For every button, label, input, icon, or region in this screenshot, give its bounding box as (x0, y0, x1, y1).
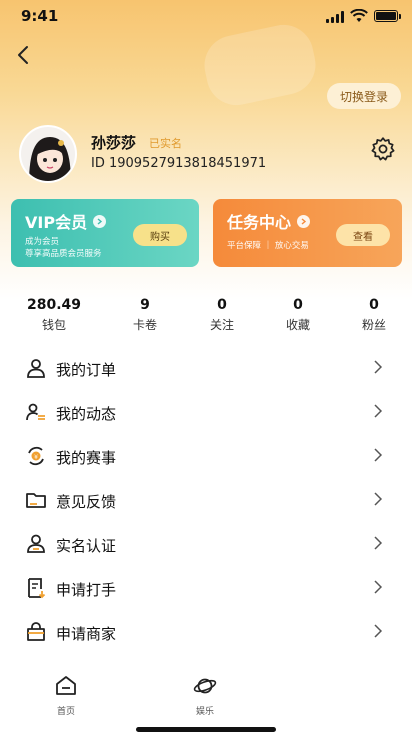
menu-item-label: 我的订单 (56, 361, 117, 379)
vip-card-subtitle-1: 成为会员 (25, 237, 60, 247)
stat-value: 0 (293, 297, 303, 313)
stat-value: 280.49 (26, 297, 82, 313)
menu-item-label: 申请商家 (56, 625, 117, 643)
stat-wallet[interactable]: 280.49 钱包 (14, 297, 94, 333)
arrow-right-icon (93, 214, 107, 228)
svg-text:¥: ¥ (34, 454, 38, 461)
chevron-right-icon (374, 536, 383, 550)
avatar[interactable] (19, 125, 77, 183)
menu-item-my-posts[interactable]: 我的动态 (0, 391, 412, 431)
status-time: 9:41 (21, 7, 59, 25)
chevron-left-icon (18, 46, 28, 64)
stat-label: 粉丝 (361, 318, 386, 332)
wifi-icon (350, 9, 368, 22)
menu-item-label: 意见反馈 (56, 493, 117, 511)
switch-login-button[interactable]: 切换登录 (327, 83, 401, 109)
user-name: 孙莎莎 (91, 134, 137, 152)
stat-cards[interactable]: 9 卡卷 (105, 297, 185, 333)
arrow-right-icon (297, 214, 311, 228)
stat-value: 9 (140, 297, 150, 313)
chevron-right-icon (374, 492, 383, 506)
stat-label: 关注 (209, 318, 234, 332)
stat-fans[interactable]: 0 粉丝 (334, 297, 412, 333)
task-card-title-row: 任务中心 (227, 209, 311, 233)
menu-item-label: 我的赛事 (56, 449, 117, 467)
tab-label: 首页 (56, 707, 75, 717)
menu-item-feedback[interactable]: 意见反馈 (0, 479, 412, 519)
vip-card[interactable]: VIP会员 成为会员 尊享高品质会员服务 购买 (11, 199, 199, 267)
settings-button[interactable] (370, 136, 396, 162)
chevron-right-icon (374, 580, 383, 594)
chevron-right-icon (374, 448, 383, 462)
signal-icon (326, 11, 344, 23)
stats-row: 280.49 钱包 9 卡卷 0 关注 0 收藏 0 粉丝 (0, 297, 412, 337)
chevron-right-icon (374, 404, 383, 418)
menu-item-real-name-auth[interactable]: 实名认证 (0, 523, 412, 563)
folder-icon (26, 493, 46, 508)
stat-value: 0 (369, 297, 379, 313)
stat-following[interactable]: 0 关注 (182, 297, 262, 333)
vip-buy-button[interactable]: 购买 (133, 224, 187, 246)
menu-item-my-orders[interactable]: 我的订单 (0, 347, 412, 387)
task-view-button[interactable]: 查看 (336, 224, 390, 246)
menu-item-my-events[interactable]: ¥ 我的赛事 (0, 435, 412, 475)
battery-icon (374, 10, 401, 22)
stat-label: 卡卷 (132, 318, 157, 332)
vip-card-subtitle-2: 尊享高品质会员服务 (25, 249, 102, 259)
chevron-right-icon (374, 624, 383, 638)
home-icon (56, 676, 76, 695)
menu-item-label: 申请打手 (56, 581, 117, 599)
user-id: ID 1909527913818451971 (91, 156, 267, 171)
back-button[interactable] (10, 42, 36, 68)
vip-card-title: VIP会员 (25, 213, 88, 232)
stat-label: 收藏 (285, 318, 310, 332)
menu-item-apply-merchant[interactable]: 申请商家 (0, 611, 412, 651)
planet-icon (193, 678, 217, 694)
shop-bag-icon (27, 622, 45, 641)
menu-item-label: 实名认证 (56, 537, 117, 555)
status-bar: 9:41 (0, 0, 412, 34)
form-icon (28, 578, 46, 599)
task-center-card[interactable]: 任务中心 平台保障 ｜ 放心交易 查看 (213, 199, 402, 267)
user-icon (27, 359, 45, 378)
chevron-right-icon (374, 360, 383, 374)
vip-card-title-row: VIP会员 (25, 209, 107, 233)
menu-item-apply-player[interactable]: 申请打手 (0, 567, 412, 607)
stat-label: 钱包 (41, 318, 66, 332)
tab-home[interactable]: 首页 (36, 674, 96, 717)
id-person-icon (27, 534, 45, 553)
home-indicator (136, 727, 276, 732)
stat-value: 0 (217, 297, 227, 313)
tab-entertainment[interactable]: 娱乐 (175, 674, 235, 717)
menu-item-label: 我的动态 (56, 405, 117, 423)
tab-label: 娱乐 (195, 707, 214, 717)
gear-icon (371, 137, 395, 161)
user-list-icon (26, 403, 45, 421)
event-coin-icon: ¥ (28, 446, 44, 466)
task-card-title: 任务中心 (227, 213, 292, 232)
stat-favorites[interactable]: 0 收藏 (258, 297, 338, 333)
verified-badge: 已实名 (149, 137, 182, 150)
task-card-subtitle: 平台保障 ｜ 放心交易 (227, 241, 309, 251)
